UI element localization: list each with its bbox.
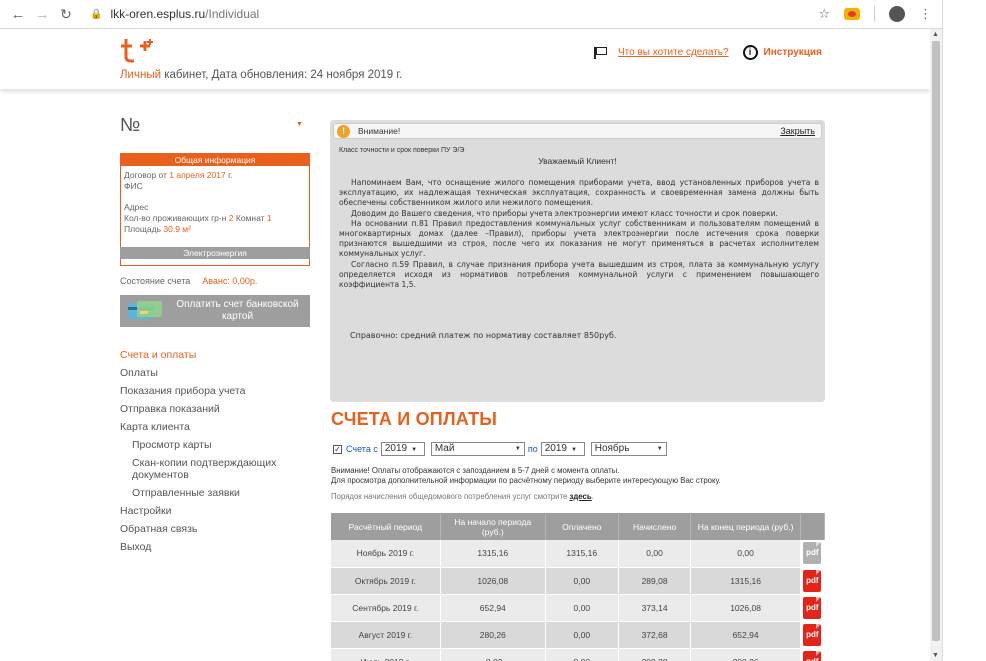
flag-icon (594, 46, 608, 59)
notice-paragraph: Напоминаем Вам, что оснащение жилого пом… (339, 178, 819, 208)
bank-card-icon (128, 301, 162, 319)
profile-avatar-icon[interactable] (889, 6, 905, 22)
accounts-checkbox[interactable]: ✓ (333, 444, 342, 454)
payment-delay-note: Внимание! Оплаты отображаются с запоздан… (331, 466, 721, 485)
to-year-select[interactable]: 2019 ▼ (540, 442, 585, 456)
period-filter: ✓ Счета с 2019 ▼ Май ▼ по 2019 ▼ Ноябрь ▼ (333, 442, 670, 456)
sidebar-item-view-card[interactable]: Просмотр карты (120, 436, 320, 454)
notice-close-link[interactable]: Закрыть (780, 126, 815, 136)
general-info-title: Общая информация (121, 154, 309, 166)
from-year-select[interactable]: 2019 ▼ (380, 442, 425, 456)
sidebar-item-send-readings[interactable]: Отправка показаний (120, 400, 320, 418)
pdf-icon[interactable]: pdf (803, 650, 822, 661)
sidebar-item-payments[interactable]: Оплаты (120, 364, 320, 382)
account-dropdown-icon[interactable]: ▼ (296, 121, 303, 128)
address-bar[interactable]: 🔒 lkk-oren.esplus.ru/Individual (90, 7, 818, 21)
info-icon[interactable]: i (742, 45, 758, 60)
instruction-link[interactable]: Инструкция (764, 47, 822, 58)
url-path: /Individual (205, 7, 260, 21)
toolbar-divider (874, 6, 875, 22)
area-line: Площадь 30.9 м² (124, 224, 191, 234)
balance-line: Состояние счета Аванс: 0,00р. (120, 276, 258, 286)
column-header: На начало периода (руб.) (440, 513, 546, 540)
pdf-icon[interactable]: pdf (803, 542, 822, 565)
scroll-up-icon[interactable]: ▲ (932, 31, 939, 38)
notice-body: Напоминаем Вам, что оснащение жилого пом… (339, 178, 819, 290)
address-label: Адрес (124, 202, 149, 212)
odn-note: Порядок начисления общедомового потребле… (331, 492, 594, 501)
notice-reference: Справочно: средний платеж по нормативу с… (350, 331, 617, 340)
lock-icon: 🔒 (90, 8, 103, 20)
notice-paragraph: Доводим до Вашего сведения, что приборы … (351, 208, 778, 218)
company-logo-icon (121, 39, 153, 63)
sidebar-item-document-scans[interactable]: Скан-копии подтверждающих документов (120, 454, 320, 484)
sidebar-item-logout[interactable]: Выход (120, 538, 320, 556)
table-row[interactable]: Ноябрь 2019 г. 1315,16 1315,16 0,00 0,00 pdf (331, 540, 826, 568)
table-row[interactable]: Октябрь 2019 г. 1026,08 0,00 289,08 1315,16 … (331, 567, 826, 595)
section-title: СЧЕТА И ОПЛАТЫ (331, 409, 498, 429)
sidebar-item-meter-readings[interactable]: Показания прибора учета (120, 382, 320, 400)
forward-arrow-icon[interactable]: → (32, 6, 52, 23)
accounts-from-label: Счета с (346, 444, 378, 454)
table-row[interactable]: Август 2019 г. 280,26 0,00 372,68 652,94 pdf (331, 621, 826, 649)
notice-title: Внимание! (358, 126, 401, 136)
browser-toolbar: ← → ↻ 🔒 lkk-oren.esplus.ru/Individual ☆ … (0, 0, 942, 29)
bookmark-star-icon[interactable]: ☆ (818, 6, 830, 22)
notice-header: ! Внимание! Закрыть (333, 123, 822, 139)
sidebar-item-sent-requests[interactable]: Отправленные заявки (120, 484, 320, 502)
extension-icon[interactable] (844, 8, 860, 20)
cabinet-update-line: Личный кабинет, Дата обновления: 24 нояб… (120, 69, 403, 81)
sidebar-item-feedback[interactable]: Обратная связь (120, 520, 320, 538)
column-header: Начислено (618, 513, 692, 540)
site-header: Личный кабинет, Дата обновления: 24 нояб… (0, 29, 930, 89)
column-header-pdf (800, 513, 826, 540)
sidebar-item-settings[interactable]: Настройки (120, 502, 320, 520)
pay-by-card-button[interactable]: Оплатить счет банковской картой (120, 295, 310, 327)
sidebar-menu: Счета и оплаты Оплаты Показания прибора … (120, 346, 320, 556)
menu-kebab-icon[interactable]: ⋮ (919, 6, 932, 22)
warning-icon: ! (337, 125, 350, 138)
window-margin (942, 0, 986, 661)
table-row[interactable]: Сентябрь 2019 г. 652,94 0,00 373,14 1026,08 … (331, 594, 826, 622)
account-number-label: № (120, 115, 141, 136)
notice-paragraph: Согласно п.59 Правил, в случае признания… (339, 259, 819, 290)
contract-line: Договор от 1 апреля 2017 г. (124, 170, 233, 180)
bills-table: Расчётный период На начало периода (руб.… (331, 513, 826, 661)
from-month-select[interactable]: Май ▼ (430, 442, 525, 456)
what-to-do-link[interactable]: Что вы хотите сделать? (618, 47, 729, 58)
odn-here-link[interactable]: здесь (569, 492, 591, 501)
page: Личный кабинет, Дата обновления: 24 нояб… (0, 29, 930, 661)
owner-type: ФИС (124, 181, 143, 191)
url-host: lkk-oren.esplus.ru (110, 7, 206, 21)
attention-notice: ! Внимание! Закрыть Класс точности и сро… (330, 120, 825, 402)
back-arrow-icon[interactable]: ← (8, 6, 28, 23)
vertical-scrollbar[interactable]: ▲ ▼ (930, 29, 942, 661)
to-label: по (527, 444, 538, 454)
pay-button-label: Оплатить счет банковской картой (176, 299, 299, 322)
residents-line: Кол-во проживающих гр-н 2 Комнат 1 (124, 213, 272, 223)
column-header: Расчётный период (331, 513, 441, 540)
notice-paragraph: На основании п.81 Правил предоставления … (339, 218, 819, 259)
reload-icon[interactable]: ↻ (56, 6, 76, 23)
pdf-icon[interactable]: pdf (803, 623, 822, 646)
notice-greeting: Уважаемый Клиент! (538, 156, 617, 166)
to-month-select[interactable]: Ноябрь ▼ (590, 442, 667, 456)
balance-value: Аванс: 0,00р. (202, 276, 258, 286)
pdf-icon[interactable]: pdf (803, 569, 822, 592)
scrollbar-thumb[interactable] (932, 41, 940, 641)
sidebar-item-client-card[interactable]: Карта клиента (120, 418, 320, 436)
sidebar-item-bills[interactable]: Счета и оплаты (120, 346, 320, 364)
column-header: Оплачено (545, 513, 619, 540)
pdf-icon[interactable]: pdf (803, 596, 822, 619)
notice-subtitle: Класс точности и срок поверки ПУ Э/Э (339, 147, 465, 154)
table-row[interactable]: Июль 2019 г.-0,020,00280,28280,26 pdf (331, 648, 826, 661)
scroll-down-icon[interactable]: ▼ (932, 652, 939, 659)
service-label: Электроэнергия (120, 247, 310, 259)
column-header: На конец периода (руб.) (690, 513, 801, 540)
